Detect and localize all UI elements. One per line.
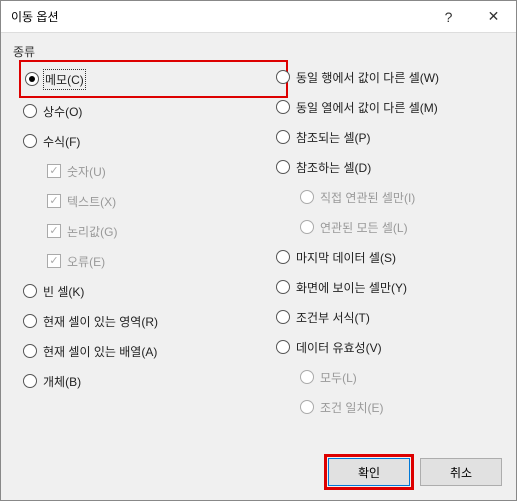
option-label: 조건 일치(E) [320, 399, 384, 416]
radio-icon [23, 344, 37, 358]
right-column: 동일 행에서 값이 다른 셀(W) 동일 열에서 값이 다른 셀(M) 참조되는… [268, 66, 504, 418]
highlight-memo: 메모(C) [19, 60, 288, 98]
radio-icon [23, 134, 37, 148]
option-label: 연관된 모든 셀(L) [320, 219, 408, 236]
option-direct-only: 직접 연관된 셀만(I) [276, 186, 504, 208]
option-label: 동일 행에서 값이 다른 셀(W) [296, 69, 439, 86]
close-icon: ✕ [488, 8, 500, 25]
left-column: 메모(C) 상수(O) 수식(F) 숫자(U) 텍스트(X [13, 66, 268, 418]
option-current-array[interactable]: 현재 셀이 있는 배열(A) [23, 340, 268, 362]
option-numbers: 숫자(U) [23, 160, 268, 182]
option-label: 참조되는 셀(P) [296, 129, 371, 146]
radio-icon [276, 160, 290, 174]
option-label: 빈 셀(K) [43, 283, 84, 300]
radio-icon [276, 100, 290, 114]
radio-icon [276, 340, 290, 354]
help-icon: ? [445, 9, 453, 25]
option-label: 조건부 서식(T) [296, 309, 370, 326]
option-label: 참조하는 셀(D) [296, 159, 371, 176]
radio-icon [300, 400, 314, 414]
radio-icon [276, 310, 290, 324]
footer: 확인 취소 [1, 448, 516, 500]
titlebar: 이동 옵션 ? ✕ [1, 1, 516, 33]
option-last-cell[interactable]: 마지막 데이터 셀(S) [276, 246, 504, 268]
option-col-diffs[interactable]: 동일 열에서 값이 다른 셀(M) [276, 96, 504, 118]
checkbox-icon [47, 224, 61, 238]
option-label: 모두(L) [320, 369, 357, 386]
option-label: 텍스트(X) [67, 193, 116, 210]
option-label: 상수(O) [43, 103, 82, 120]
radio-icon [300, 190, 314, 204]
option-text: 텍스트(X) [23, 190, 268, 212]
radio-icon [300, 370, 314, 384]
option-label: 숫자(U) [67, 163, 106, 180]
option-label: 현재 셀이 있는 배열(A) [43, 343, 157, 360]
option-label: 직접 연관된 셀만(I) [320, 189, 415, 206]
goto-special-dialog: 이동 옵션 ? ✕ 종류 메모(C) 상수(O) [0, 0, 517, 501]
checkbox-icon [47, 194, 61, 208]
dialog-title: 이동 옵션 [11, 8, 426, 25]
option-label: 오류(E) [67, 253, 105, 270]
content-area: 종류 메모(C) 상수(O) 수식(F) [1, 33, 516, 448]
option-errors: 오류(E) [23, 250, 268, 272]
radio-icon [25, 72, 39, 86]
option-row-diffs[interactable]: 동일 행에서 값이 다른 셀(W) [276, 66, 504, 88]
option-label: 개체(B) [43, 373, 81, 390]
radio-icon [300, 220, 314, 234]
option-all: 모두(L) [276, 366, 504, 388]
radio-icon [23, 104, 37, 118]
checkbox-icon [47, 164, 61, 178]
ok-label: 확인 [358, 464, 380, 481]
cancel-button[interactable]: 취소 [420, 458, 502, 486]
radio-icon [23, 314, 37, 328]
option-label: 수식(F) [43, 133, 80, 150]
ok-button[interactable]: 확인 [328, 458, 410, 486]
option-blanks[interactable]: 빈 셀(K) [23, 280, 268, 302]
radio-icon [23, 284, 37, 298]
option-label: 동일 열에서 값이 다른 셀(M) [296, 99, 438, 116]
radio-icon [276, 130, 290, 144]
cancel-label: 취소 [450, 464, 472, 481]
option-data-validation[interactable]: 데이터 유효성(V) [276, 336, 504, 358]
option-constants[interactable]: 상수(O) [23, 100, 268, 122]
option-label: 메모(C) [45, 71, 84, 88]
radio-icon [23, 374, 37, 388]
option-label: 데이터 유효성(V) [296, 339, 382, 356]
option-label: 마지막 데이터 셀(S) [296, 249, 396, 266]
group-label: 종류 [13, 43, 504, 60]
checkbox-icon [47, 254, 61, 268]
radio-icon [276, 70, 290, 84]
option-label: 화면에 보이는 셀만(Y) [296, 279, 407, 296]
options-grid: 메모(C) 상수(O) 수식(F) 숫자(U) 텍스트(X [13, 66, 504, 418]
option-label: 현재 셀이 있는 영역(R) [43, 313, 158, 330]
help-button[interactable]: ? [426, 2, 471, 32]
option-logicals: 논리값(G) [23, 220, 268, 242]
option-same: 조건 일치(E) [276, 396, 504, 418]
option-objects[interactable]: 개체(B) [23, 370, 268, 392]
close-button[interactable]: ✕ [471, 2, 516, 32]
option-visible-only[interactable]: 화면에 보이는 셀만(Y) [276, 276, 504, 298]
option-dependents[interactable]: 참조하는 셀(D) [276, 156, 504, 178]
option-current-region[interactable]: 현재 셀이 있는 영역(R) [23, 310, 268, 332]
option-formulas[interactable]: 수식(F) [23, 130, 268, 152]
option-conditional-formats[interactable]: 조건부 서식(T) [276, 306, 504, 328]
option-memo[interactable]: 메모(C) [25, 68, 84, 90]
radio-icon [276, 280, 290, 294]
radio-icon [276, 250, 290, 264]
option-label: 논리값(G) [67, 223, 117, 240]
option-all-levels: 연관된 모든 셀(L) [276, 216, 504, 238]
option-precedents[interactable]: 참조되는 셀(P) [276, 126, 504, 148]
